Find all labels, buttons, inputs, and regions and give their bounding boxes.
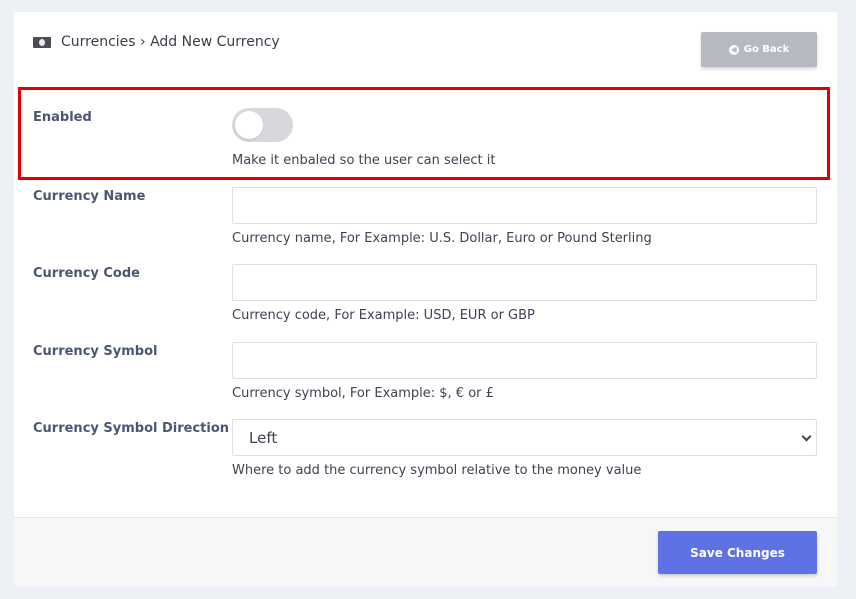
toggle-knob [235,111,263,139]
save-changes-button[interactable]: Save Changes [658,531,817,574]
enabled-label: Enabled [33,110,92,125]
enabled-toggle[interactable] [232,108,293,142]
symbol-direction-select[interactable]: Left [232,419,817,456]
go-back-button[interactable]: ◀ Go Back [701,32,817,67]
currency-symbol-help: Currency symbol, For Example: $, € or £ [232,386,494,401]
symbol-direction-help: Where to add the currency symbol relativ… [232,463,642,478]
card-footer: Save Changes [14,517,837,586]
form-card: Currencies › Add New Currency ◀ Go Back … [14,12,837,586]
breadcrumb: Currencies › Add New Currency [33,34,280,50]
currency-name-help: Currency name, For Example: U.S. Dollar,… [232,231,652,246]
currency-name-label: Currency Name [33,189,146,204]
chevron-down-icon [801,431,812,442]
go-back-label: Go Back [743,44,790,55]
currency-code-label: Currency Code [33,266,140,281]
currency-code-help: Currency code, For Example: USD, EUR or … [232,308,535,323]
currency-name-input[interactable] [232,187,817,224]
arrow-left-circle-icon: ◀ [728,44,739,55]
money-icon [33,36,51,48]
breadcrumb-text: Currencies › Add New Currency [61,34,280,50]
currency-symbol-input[interactable] [232,342,817,379]
enabled-help: Make it enbaled so the user can select i… [232,153,496,168]
symbol-direction-value: Left [249,428,278,447]
card-header: Currencies › Add New Currency ◀ Go Back [14,12,837,84]
currency-code-input[interactable] [232,264,817,301]
symbol-direction-label: Currency Symbol Direction [33,421,230,436]
currency-symbol-label: Currency Symbol [33,344,158,359]
